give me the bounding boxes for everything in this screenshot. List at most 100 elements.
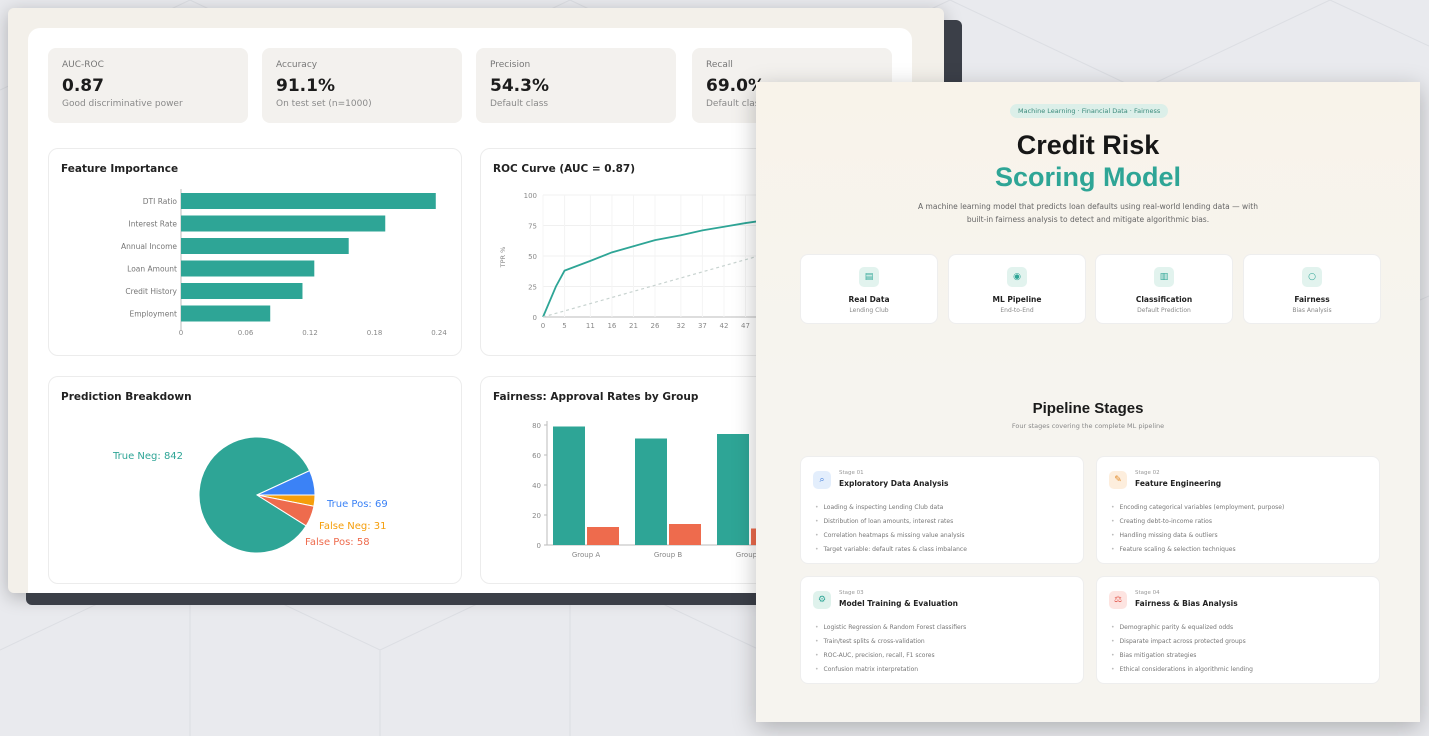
pipeline-icon: ◉ xyxy=(1007,267,1027,287)
stage-list: Encoding categorical variables (employme… xyxy=(1111,501,1285,557)
stage-list-item: ROC-AUC, precision, recall, F1 scores xyxy=(815,649,966,663)
chart-icon: ▥ xyxy=(1154,267,1174,287)
metric-sub: Default class xyxy=(490,99,549,109)
metric-sub: On test set (n=1000) xyxy=(276,99,372,109)
bar-group-c-series-1 xyxy=(717,434,749,545)
stage-list-item: Correlation heatmaps & missing value ana… xyxy=(815,529,967,543)
metric-card-accuracy: Accuracy 91.1% On test set (n=1000) xyxy=(262,48,462,123)
metric-label: AUC-ROC xyxy=(62,60,104,70)
stage-list: Demographic parity & equalized odds Disp… xyxy=(1111,621,1253,677)
stage-list-item: Bias mitigation strategies xyxy=(1111,649,1253,663)
stage-number: Stage 02 xyxy=(1135,470,1160,476)
x-tick-label: 0.12 xyxy=(302,329,318,337)
feature-importance-chart: DTI Ratio Interest Rate Annual Income Loan … xyxy=(121,189,447,337)
feature-card-classification[interactable]: ▥ Classification Default Prediction xyxy=(1095,254,1233,324)
category-label: Credit History xyxy=(125,287,177,296)
bar-group-a-series-2 xyxy=(587,527,619,545)
y-tick-label: 60 xyxy=(532,452,541,460)
y-tick-label: 80 xyxy=(532,422,541,430)
category-label: Interest Rate xyxy=(129,220,178,229)
y-tick-label: 0 xyxy=(533,314,537,322)
stage-list: Loading & inspecting Lending Club data D… xyxy=(815,501,967,557)
hero-title-accent: Scoring Model xyxy=(994,162,1181,192)
stage-list-item: Train/test splits & cross-validation xyxy=(815,635,966,649)
category-label: Annual Income xyxy=(121,242,177,251)
pie-label: False Neg: 31 xyxy=(319,521,387,532)
metric-value: 0.87 xyxy=(62,76,104,96)
metric-label: Recall xyxy=(706,60,733,70)
section-title: Pipeline Stages xyxy=(1032,400,1144,417)
stage-title: Fairness & Bias Analysis xyxy=(1135,599,1238,608)
stage-list: Logistic Regression & Random Forest clas… xyxy=(815,621,967,677)
metric-sub: Good discriminative power xyxy=(62,99,183,109)
topic-pill: Machine Learning · Financial Data · Fair… xyxy=(1010,104,1169,118)
bar-employment xyxy=(181,305,271,322)
feature-title: ML Pipeline xyxy=(992,295,1042,304)
stage-list-item: Disparate impact across protected groups xyxy=(1111,635,1253,649)
bar-interest-rate xyxy=(181,215,386,232)
bar-group-b-series-2 xyxy=(669,524,701,545)
feature-importance-card: Feature Importance DTI Ratio Interest Rat… xyxy=(48,148,462,356)
stage-card-03[interactable]: ⚙ Stage 03 Model Training & Evaluation L… xyxy=(800,576,1084,684)
x-tick-label: 37 xyxy=(698,322,707,330)
feature-card-real-data[interactable]: ▤ Real Data Lending Club xyxy=(800,254,938,324)
x-tick-label: 5 xyxy=(562,322,566,330)
x-tick-label: 16 xyxy=(607,322,616,330)
stage-title: Feature Engineering xyxy=(1135,479,1222,488)
y-tick-label: 100 xyxy=(524,192,537,200)
database-icon: ▤ xyxy=(859,267,879,287)
stage-title: Model Training & Evaluation xyxy=(839,599,958,608)
metric-label: Precision xyxy=(490,60,531,70)
x-tick-label: 0.06 xyxy=(238,329,254,337)
stage-list-item: Logistic Regression & Random Forest clas… xyxy=(815,621,967,635)
x-tick-label: 42 xyxy=(719,322,728,330)
y-tick-label: 75 xyxy=(528,223,537,231)
stage-list-item: Demographic parity & equalized odds xyxy=(1111,621,1253,635)
hero-title: Credit Risk xyxy=(1016,130,1160,160)
feature-card-ml-pipeline[interactable]: ◉ ML Pipeline End-to-End xyxy=(948,254,1086,324)
search-icon: ⌕ xyxy=(813,471,831,489)
x-tick-label: 0.18 xyxy=(367,329,383,337)
feature-card-fairness[interactable]: ○ Fairness Bias Analysis xyxy=(1243,254,1381,324)
hero-description: A machine learning model that predicts l… xyxy=(918,202,1258,224)
bar-credit-history xyxy=(181,283,303,299)
hero-background xyxy=(756,82,1420,382)
stage-number: Stage 01 xyxy=(839,470,864,476)
x-tick-label: 47 xyxy=(741,322,750,330)
category-label: Employment xyxy=(129,310,177,319)
stage-list-item: Creating debt-to-income ratios xyxy=(1111,515,1284,529)
stage-number: Stage 03 xyxy=(839,590,864,596)
pie-label: True Pos: 69 xyxy=(326,499,388,510)
x-tick-label: Group B xyxy=(654,551,683,559)
stage-list-item: Handling missing data & outliers xyxy=(1111,529,1284,543)
gear-icon: ⚙ xyxy=(813,591,831,609)
stage-list-item: Confusion matrix interpretation xyxy=(815,663,966,677)
x-tick-label: Group A xyxy=(572,551,601,559)
bar-loan-amount xyxy=(181,260,315,277)
category-label: Loan Amount xyxy=(127,265,177,274)
y-tick-label: 25 xyxy=(528,284,537,292)
stage-card-01[interactable]: ⌕ Stage 01 Exploratory Data Analysis Loa… xyxy=(800,456,1084,564)
stage-card-04[interactable]: ⚖ Stage 04 Fairness & Bias Analysis Demo… xyxy=(1096,576,1380,684)
stage-card-02[interactable]: ✎ Stage 02 Feature Engineering Encoding … xyxy=(1096,456,1380,564)
landing-page-screenshot: Machine Learning · Financial Data · Fair… xyxy=(756,82,1420,722)
category-label: DTI Ratio xyxy=(143,197,178,206)
feature-sub: Bias Analysis xyxy=(1292,307,1332,314)
x-tick-label: 11 xyxy=(586,322,595,330)
x-tick-label: 0 xyxy=(541,322,545,330)
y-tick-label: 40 xyxy=(532,482,541,490)
prediction-pie-chart: True Neg: 842 True Pos: 69 False Neg: 31 Fa… xyxy=(112,436,388,554)
scale-icon: ⚖ xyxy=(1109,591,1127,609)
metric-card-precision: Precision 54.3% Default class xyxy=(476,48,676,123)
y-tick-label: 0 xyxy=(537,542,541,550)
metric-value: 91.1% xyxy=(276,76,335,96)
pie-label: True Neg: 842 xyxy=(112,451,183,462)
stage-number: Stage 04 xyxy=(1135,590,1160,596)
bar-annual-income xyxy=(181,238,349,254)
x-tick-label: 0.24 xyxy=(431,329,447,337)
feature-title: Fairness xyxy=(1294,295,1330,304)
metric-card-auc: AUC-ROC 0.87 Good discriminative power xyxy=(48,48,248,123)
y-tick-label: 20 xyxy=(532,512,541,520)
feature-title: Classification xyxy=(1135,295,1193,304)
x-tick-label: 32 xyxy=(676,322,685,330)
